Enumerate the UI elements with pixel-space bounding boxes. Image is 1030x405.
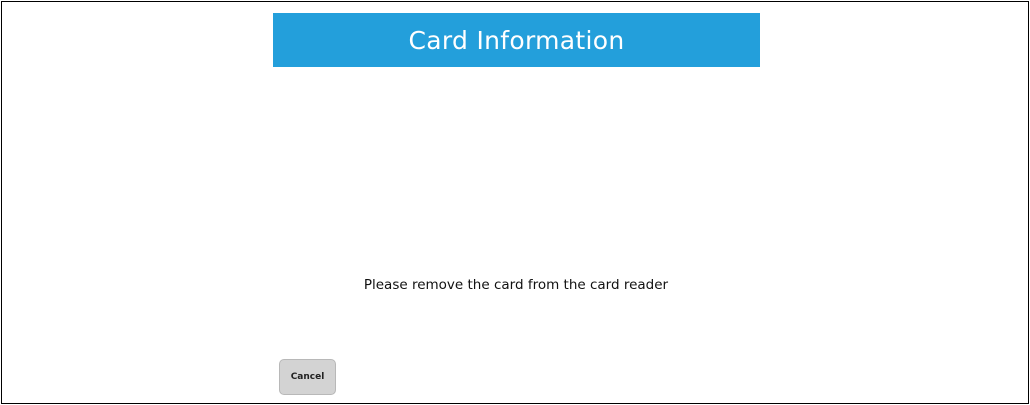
instruction-message: Please remove the card from the card rea… [363, 277, 669, 293]
cancel-button[interactable]: Cancel [279, 359, 336, 395]
cancel-button-label: Cancel [290, 372, 325, 382]
page-title: Card Information [408, 25, 625, 55]
dialog-frame: Card Information Please remove the card … [1, 1, 1029, 404]
header-banner: Card Information [273, 13, 760, 67]
